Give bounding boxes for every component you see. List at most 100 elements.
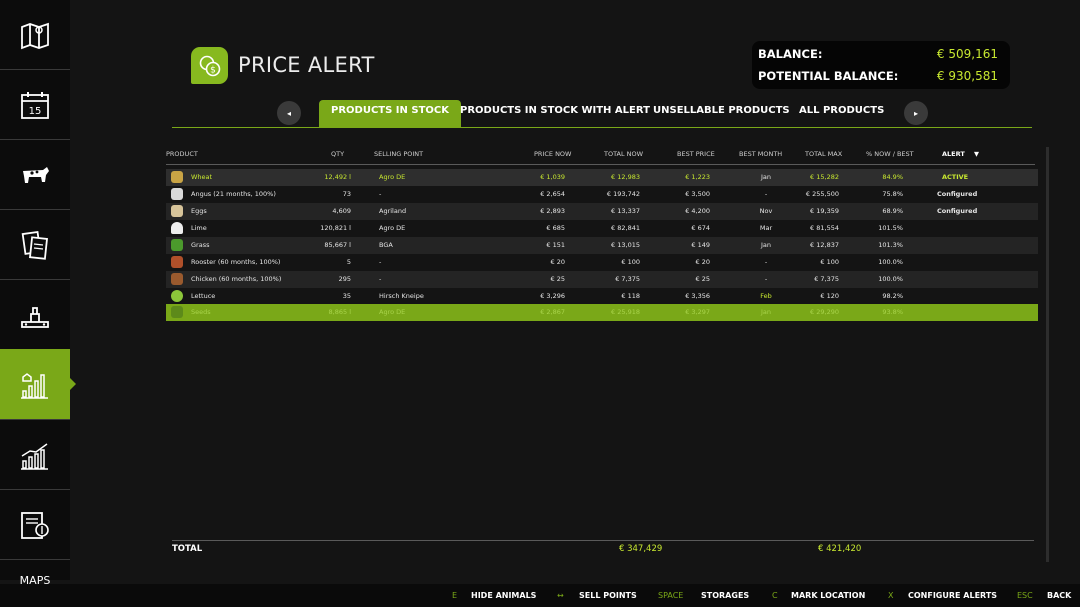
tab-products-in-stock[interactable]: PRODUCTS IN STOCK	[319, 100, 461, 127]
cell-selling-point: -	[379, 275, 382, 283]
svg-text:15: 15	[29, 106, 42, 117]
mark-location-button[interactable]: MARK LOCATION	[791, 591, 865, 600]
back-button[interactable]: BACK	[1047, 591, 1071, 600]
col-pct-now-best[interactable]: % NOW / BEST	[866, 150, 914, 158]
cell-total-max: € 29,290	[810, 308, 839, 316]
cow-icon	[23, 166, 49, 183]
cell-best-month: -	[764, 258, 768, 266]
cell-qty: 295	[338, 275, 351, 283]
page-title: PRICE ALERT	[238, 53, 375, 77]
cell-qty: 85,667 l	[324, 241, 351, 249]
table-row[interactable]: Lime 120,821 l Agro DE € 685 € 82,841 € …	[166, 220, 1038, 237]
cell-total-now: € 82,841	[611, 224, 640, 232]
tab-products-in-stock-with-alert[interactable]: PRODUCTS IN STOCK WITH ALERT	[460, 100, 650, 127]
key-x: X	[888, 591, 894, 600]
key-space: SPACE	[658, 591, 684, 600]
cell-total-max: € 120	[820, 292, 839, 300]
tab-all-products[interactable]: ALL PRODUCTS	[799, 100, 884, 127]
sidebar-item-statistics[interactable]	[0, 420, 70, 490]
cell-best-month: Feb	[760, 292, 772, 300]
table-scrollbar[interactable]	[1046, 147, 1049, 562]
cell-price-now: € 2,893	[540, 207, 565, 215]
sidebar-item-finances[interactable]	[0, 490, 70, 560]
potential-balance-value: € 930,581	[936, 69, 998, 83]
cell-price-now: € 3,296	[540, 292, 565, 300]
sidebar-item-price-alert[interactable]	[0, 349, 76, 420]
footer-keybar: E HIDE ANIMALS ↔ SELL POINTS SPACE STORA…	[0, 584, 1080, 607]
table-row[interactable]: Chicken (60 months, 100%) 295 - € 25 € 7…	[166, 271, 1038, 288]
col-alert[interactable]: ALERT	[942, 150, 965, 158]
cell-price-now: € 25	[550, 275, 565, 283]
cell-product: Lettuce	[191, 292, 216, 300]
cell-total-now: € 12,983	[611, 173, 640, 181]
cell-alert: ACTIVE	[942, 173, 969, 181]
cell-product: Seeds	[191, 308, 211, 316]
table-header: PRODUCT QTY SELLING POINT PRICE NOW TOTA…	[166, 150, 1035, 165]
tab-prev-button[interactable]: ◂	[277, 101, 301, 125]
cell-product: Rooster (60 months, 100%)	[191, 258, 281, 266]
cell-selling-point: BGA	[379, 241, 393, 249]
col-best-price[interactable]: BEST PRICE	[677, 150, 715, 158]
cell-pct: 98.2%	[882, 292, 903, 300]
cell-total-now: € 118	[621, 292, 640, 300]
tab-next-button[interactable]: ▸	[904, 101, 928, 125]
sidebar-item-contracts[interactable]	[0, 210, 70, 280]
key-c: C	[772, 591, 778, 600]
cell-total-now: € 7,375	[615, 275, 640, 283]
cell-total-max: € 7,375	[814, 275, 839, 283]
price-alert-icon	[21, 373, 48, 399]
cell-price-now: € 2,867	[540, 308, 565, 316]
cell-selling-point: -	[379, 190, 382, 198]
table-row[interactable]: Wheat 12,492 l Agro DE € 1,039 € 12,983 …	[166, 169, 1038, 186]
col-total-max[interactable]: TOTAL MAX	[805, 150, 842, 158]
cell-best-month: Jan	[760, 308, 772, 316]
cell-total-now: € 193,742	[606, 190, 640, 198]
cell-pct: 100.0%	[878, 275, 903, 283]
cell-total-max: € 255,500	[805, 190, 839, 198]
cell-qty: 5	[346, 258, 351, 266]
total-label: TOTAL	[172, 544, 203, 554]
calendar-icon: 15	[21, 91, 49, 119]
finances-icon	[21, 511, 49, 539]
table-row[interactable]: Grass 85,667 l BGA € 151 € 13,015 € 149 …	[166, 237, 1038, 254]
cell-price-now: € 2,654	[540, 190, 565, 198]
col-product[interactable]: PRODUCT	[166, 150, 198, 158]
sidebar-item-production[interactable]	[0, 280, 70, 350]
col-qty[interactable]: QTY	[331, 150, 344, 158]
key-arrows: ↔	[557, 591, 564, 600]
col-selling-point[interactable]: SELLING POINT	[374, 150, 423, 158]
cell-selling-point: Hirsch Kneipe	[379, 292, 424, 300]
cell-best-price: € 674	[691, 224, 710, 232]
table-row[interactable]: Rooster (60 months, 100%) 5 - € 20 € 100…	[166, 254, 1038, 271]
cell-qty: 73	[342, 190, 351, 198]
table-row[interactable]: Eggs 4,609 Agriland € 2,893 € 13,337 € 4…	[166, 203, 1038, 220]
hide-animals-button[interactable]: HIDE ANIMALS	[471, 591, 536, 600]
col-best-month[interactable]: BEST MONTH	[739, 150, 782, 158]
cow-icon	[171, 188, 183, 200]
cell-best-price: € 20	[695, 258, 710, 266]
cell-selling-point: Agro DE	[379, 224, 406, 232]
cell-best-price: € 1,223	[685, 173, 710, 181]
table-row[interactable]: Angus (21 months, 100%) 73 - € 2,654 € 1…	[166, 186, 1038, 203]
sidebar-item-map[interactable]	[0, 0, 70, 70]
col-price-now[interactable]: PRICE NOW	[534, 150, 571, 158]
cell-total-max: € 15,282	[810, 173, 839, 181]
cell-qty: 35	[342, 292, 351, 300]
cell-total-max: € 100	[820, 258, 839, 266]
sidebar-item-animals[interactable]	[0, 140, 70, 210]
cell-best-price: € 3,356	[685, 292, 710, 300]
col-total-now[interactable]: TOTAL NOW	[604, 150, 643, 158]
sell-points-button[interactable]: SELL POINTS	[579, 591, 637, 600]
table-row-selected[interactable]: Seeds 8,865 l Agro DE € 2,867 € 25,918 €…	[166, 304, 1038, 321]
configure-alerts-button[interactable]: CONFIGURE ALERTS	[908, 591, 997, 600]
wheat-icon	[171, 171, 183, 183]
sort-down-icon[interactable]: ▼	[974, 150, 979, 158]
sidebar-item-calendar[interactable]: 15	[0, 70, 70, 140]
tab-unsellable-products[interactable]: UNSELLABLE PRODUCTS	[653, 100, 790, 127]
cell-qty: 120,821 l	[320, 224, 351, 232]
sidebar-item-more[interactable]: MAPS	[0, 560, 70, 587]
table-row[interactable]: Lettuce 35 Hirsch Kneipe € 3,296 € 118 €…	[166, 288, 1038, 305]
cell-product: Eggs	[191, 207, 207, 215]
total-now-value: € 347,429	[619, 544, 663, 554]
storages-button[interactable]: STORAGES	[701, 591, 749, 600]
